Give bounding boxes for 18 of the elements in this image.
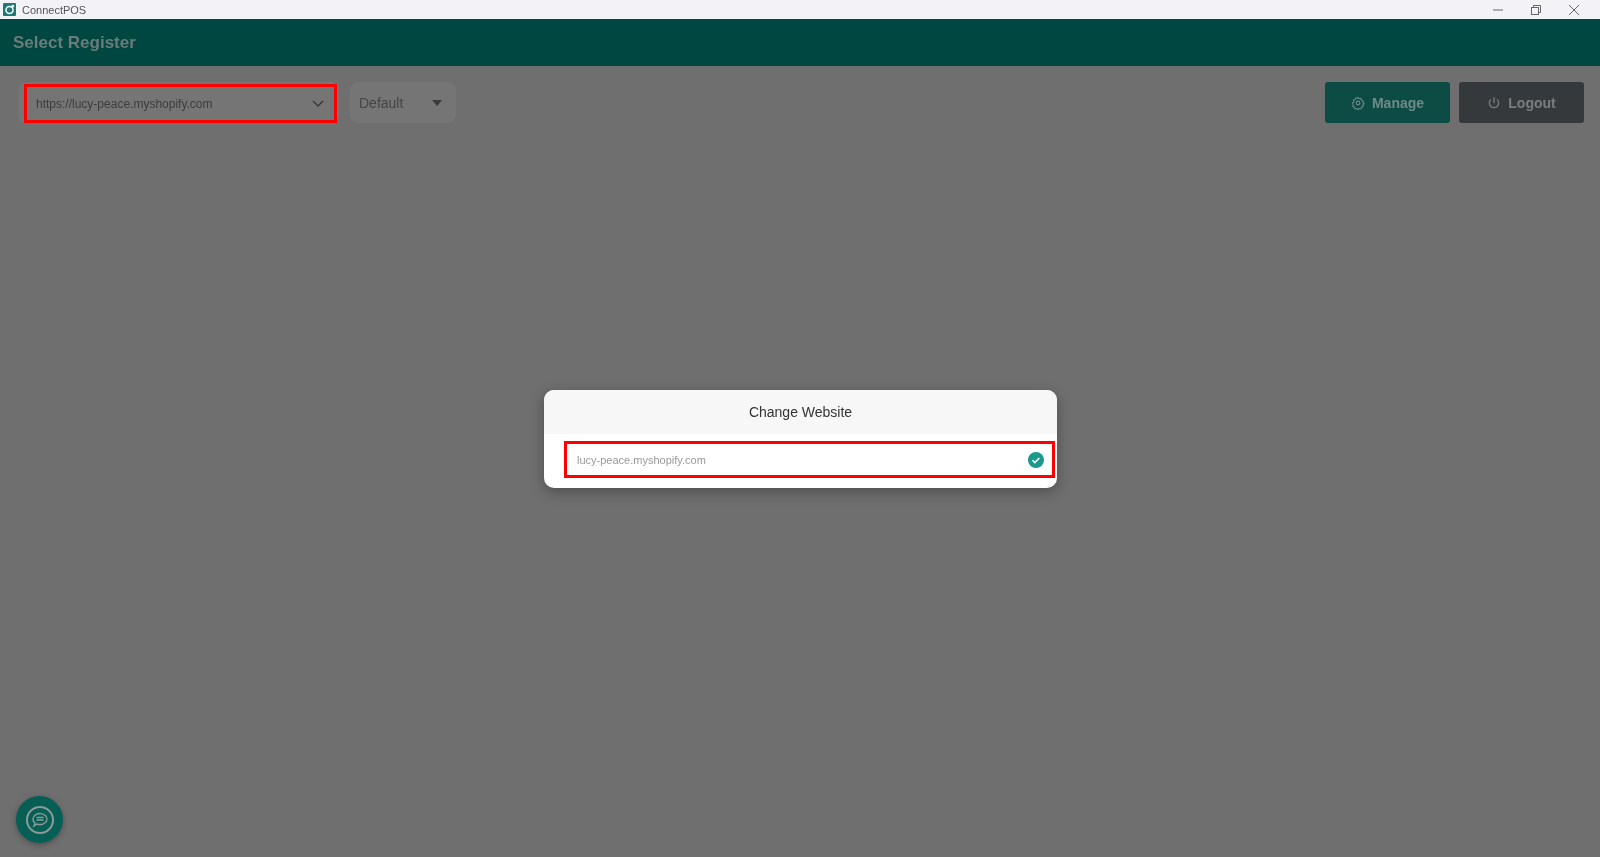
caret-down-icon: [432, 99, 442, 106]
window-title: ConnectPOS: [22, 3, 87, 16]
settings-icon: [1350, 95, 1365, 110]
website-select[interactable]: https://lucy-peace.myshopify.com: [18, 82, 339, 123]
chevron-down-icon: [312, 99, 324, 108]
restore-icon[interactable]: [1530, 3, 1542, 16]
website-option[interactable]: lucy-peace.myshopify.com: [564, 441, 1055, 478]
manage-button[interactable]: Manage: [1325, 82, 1450, 123]
website-url: https://lucy-peace.myshopify.com: [36, 96, 213, 111]
chat-button[interactable]: [16, 796, 63, 843]
power-icon: [1487, 95, 1502, 110]
logout-button[interactable]: Logout: [1459, 82, 1584, 123]
chat-bubble-icon: [24, 804, 55, 835]
page-title: Select Register: [13, 32, 136, 53]
website-name: lucy-peace.myshopify.com: [577, 453, 706, 466]
close-icon[interactable]: [1568, 3, 1580, 16]
app-logo-icon: [3, 3, 16, 16]
dialog-title: Change Website: [748, 404, 853, 420]
